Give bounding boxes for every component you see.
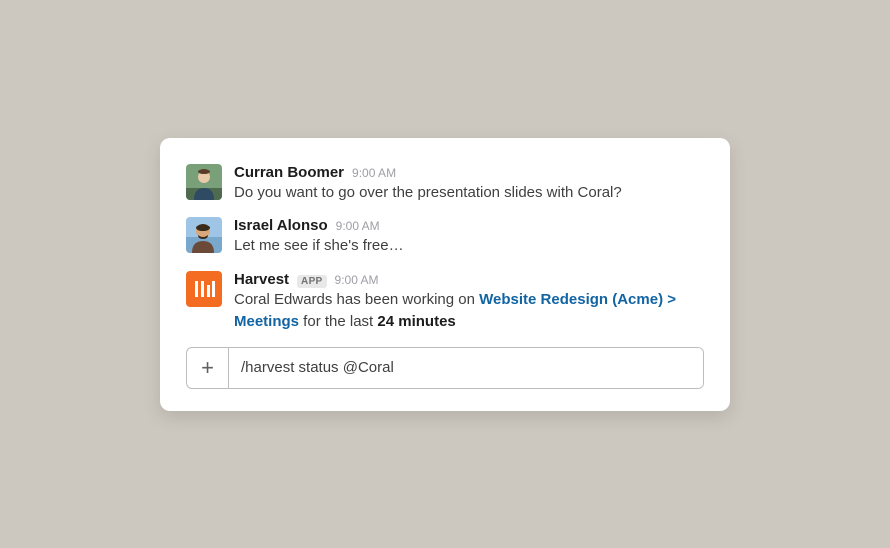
text-prefix: Coral Edwards has been working on [234, 291, 479, 308]
message-text: Coral Edwards has been working on Websit… [234, 289, 704, 333]
project-link[interactable]: Website Redesign (Acme) [479, 291, 663, 308]
message-row: Harvest APP 9:00 AM Coral Edwards has be… [186, 271, 704, 333]
avatar-person-icon [186, 217, 222, 253]
message-input[interactable] [229, 348, 703, 388]
message-time: 9:00 AM [336, 219, 380, 233]
message-row: Israel Alonso 9:00 AM Let me see if she'… [186, 217, 704, 257]
message-author: Curran Boomer [234, 164, 344, 181]
message-text: Let me see if she's free… [234, 235, 704, 257]
message-body: Israel Alonso 9:00 AM Let me see if she'… [234, 217, 704, 257]
avatar [186, 217, 222, 253]
app-badge: APP [297, 275, 326, 288]
duration: 24 minutes [377, 313, 455, 330]
message-time: 9:00 AM [352, 166, 396, 180]
avatar-person-icon [186, 164, 222, 200]
message-composer: + [186, 347, 704, 389]
message-body: Curran Boomer 9:00 AM Do you want to go … [234, 164, 704, 204]
avatar [186, 271, 222, 307]
task-link[interactable]: Meetings [234, 313, 299, 330]
avatar [186, 164, 222, 200]
message-author: Harvest [234, 271, 289, 288]
message-time: 9:00 AM [335, 273, 379, 287]
message-row: Curran Boomer 9:00 AM Do you want to go … [186, 164, 704, 204]
message-text: Do you want to go over the presentation … [234, 182, 704, 204]
chat-card: Curran Boomer 9:00 AM Do you want to go … [160, 138, 730, 411]
add-attachment-button[interactable]: + [187, 348, 229, 388]
message-header: Israel Alonso 9:00 AM [234, 217, 704, 234]
plus-icon: + [201, 355, 214, 381]
harvest-app-icon [186, 271, 222, 307]
text-mid: for the last [299, 313, 377, 330]
link-separator: > [663, 291, 676, 308]
message-body: Harvest APP 9:00 AM Coral Edwards has be… [234, 271, 704, 333]
message-author: Israel Alonso [234, 217, 328, 234]
message-header: Curran Boomer 9:00 AM [234, 164, 704, 181]
message-header: Harvest APP 9:00 AM [234, 271, 704, 288]
